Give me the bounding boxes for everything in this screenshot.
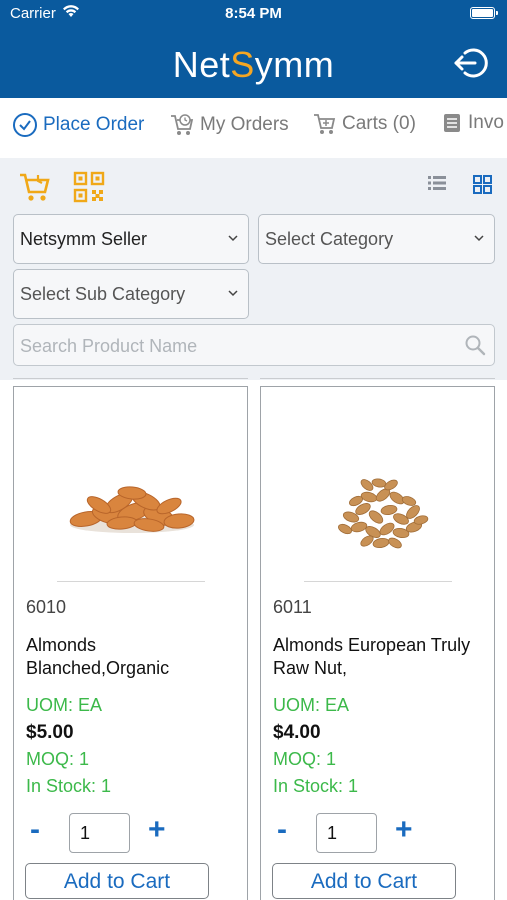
tab-label: Place Order	[43, 114, 145, 135]
product-code: 6010	[26, 597, 67, 617]
quantity-input[interactable]: 1	[316, 813, 377, 853]
divider	[13, 378, 248, 382]
product-image	[14, 417, 247, 577]
cart-icon	[314, 114, 336, 134]
status-bar: Carrier 8:54 PM	[0, 0, 507, 28]
sub-category-select[interactable]: Select Sub Category	[13, 269, 249, 319]
product-stock: In Stock: 1	[273, 776, 359, 796]
cart-clock-icon	[171, 114, 194, 135]
search-input[interactable]: Search Product Name	[13, 324, 495, 366]
qr-scan-icon[interactable]	[72, 170, 106, 209]
tab-label: My Orders	[200, 114, 289, 135]
product-card[interactable]: 6010 Almonds Blanched,Organic UOM: EA $5…	[13, 386, 248, 900]
sub-category-select-value: Select Sub Category	[20, 284, 186, 304]
status-time: 8:54 PM	[225, 5, 282, 22]
increment-button[interactable]: +	[395, 815, 413, 845]
quantity-input[interactable]: 1	[69, 813, 130, 853]
filter-panel: Netsymm Seller Select Category Select Su…	[0, 158, 507, 380]
tab-carts[interactable]: Carts (0)	[313, 112, 416, 136]
tab-label: Invo	[468, 112, 504, 133]
netsymm-logo: NetSymm	[0, 44, 507, 86]
divider	[304, 581, 452, 582]
grid-view-icon[interactable]	[473, 175, 492, 199]
logout-icon[interactable]	[453, 46, 489, 80]
divider	[260, 378, 495, 382]
quick-cart-icon[interactable]	[18, 170, 52, 209]
logo-prefix: Net	[172, 44, 231, 85]
product-price: $4.00	[273, 722, 321, 743]
search-icon	[465, 335, 486, 356]
product-price: $5.00	[26, 722, 74, 743]
decrement-button[interactable]: -	[277, 815, 287, 845]
seller-select[interactable]: Netsymm Seller	[13, 214, 249, 264]
category-select[interactable]: Select Category	[258, 214, 495, 264]
chevron-down-icon	[228, 290, 238, 297]
category-select-value: Select Category	[265, 229, 394, 249]
tab-my-orders[interactable]: My Orders	[169, 112, 289, 138]
app-header: Carrier 8:54 PM NetSymm	[0, 0, 507, 98]
product-card[interactable]: 6011 Almonds European Truly Raw Nut, UOM…	[260, 386, 495, 900]
product-name: Almonds Blanched,Organic	[26, 635, 170, 678]
divider	[57, 581, 205, 582]
seller-select-value: Netsymm Seller	[20, 229, 148, 249]
product-name: Almonds European Truly Raw Nut,	[273, 635, 471, 678]
check-circle-icon	[13, 113, 37, 137]
tab-label: Carts (0)	[342, 113, 416, 134]
chevron-down-icon	[228, 235, 238, 242]
product-image	[261, 417, 494, 577]
product-code: 6011	[273, 597, 312, 617]
product-stock: In Stock: 1	[26, 776, 112, 796]
battery-icon	[470, 7, 498, 19]
logo-s: S	[230, 44, 255, 85]
add-to-cart-button[interactable]: Add to Cart	[25, 863, 209, 899]
increment-button[interactable]: +	[148, 815, 166, 845]
product-moq: MOQ: 1	[273, 749, 337, 769]
chevron-down-icon	[474, 235, 484, 242]
product-moq: MOQ: 1	[26, 749, 90, 769]
list-view-icon[interactable]	[428, 176, 446, 195]
product-uom: UOM: EA	[26, 695, 103, 715]
search-placeholder: Search Product Name	[20, 336, 198, 356]
decrement-button[interactable]: -	[30, 815, 40, 845]
tab-place-order[interactable]: Place Order	[12, 112, 144, 138]
product-uom: UOM: EA	[273, 695, 350, 715]
add-to-cart-button[interactable]: Add to Cart	[272, 863, 456, 899]
tab-invoices[interactable]: Invo	[441, 112, 504, 134]
invoice-icon	[444, 114, 460, 132]
tab-bar: Place Order My Orders Carts (0) Invo	[0, 98, 507, 154]
logo-suffix: ymm	[254, 44, 335, 85]
